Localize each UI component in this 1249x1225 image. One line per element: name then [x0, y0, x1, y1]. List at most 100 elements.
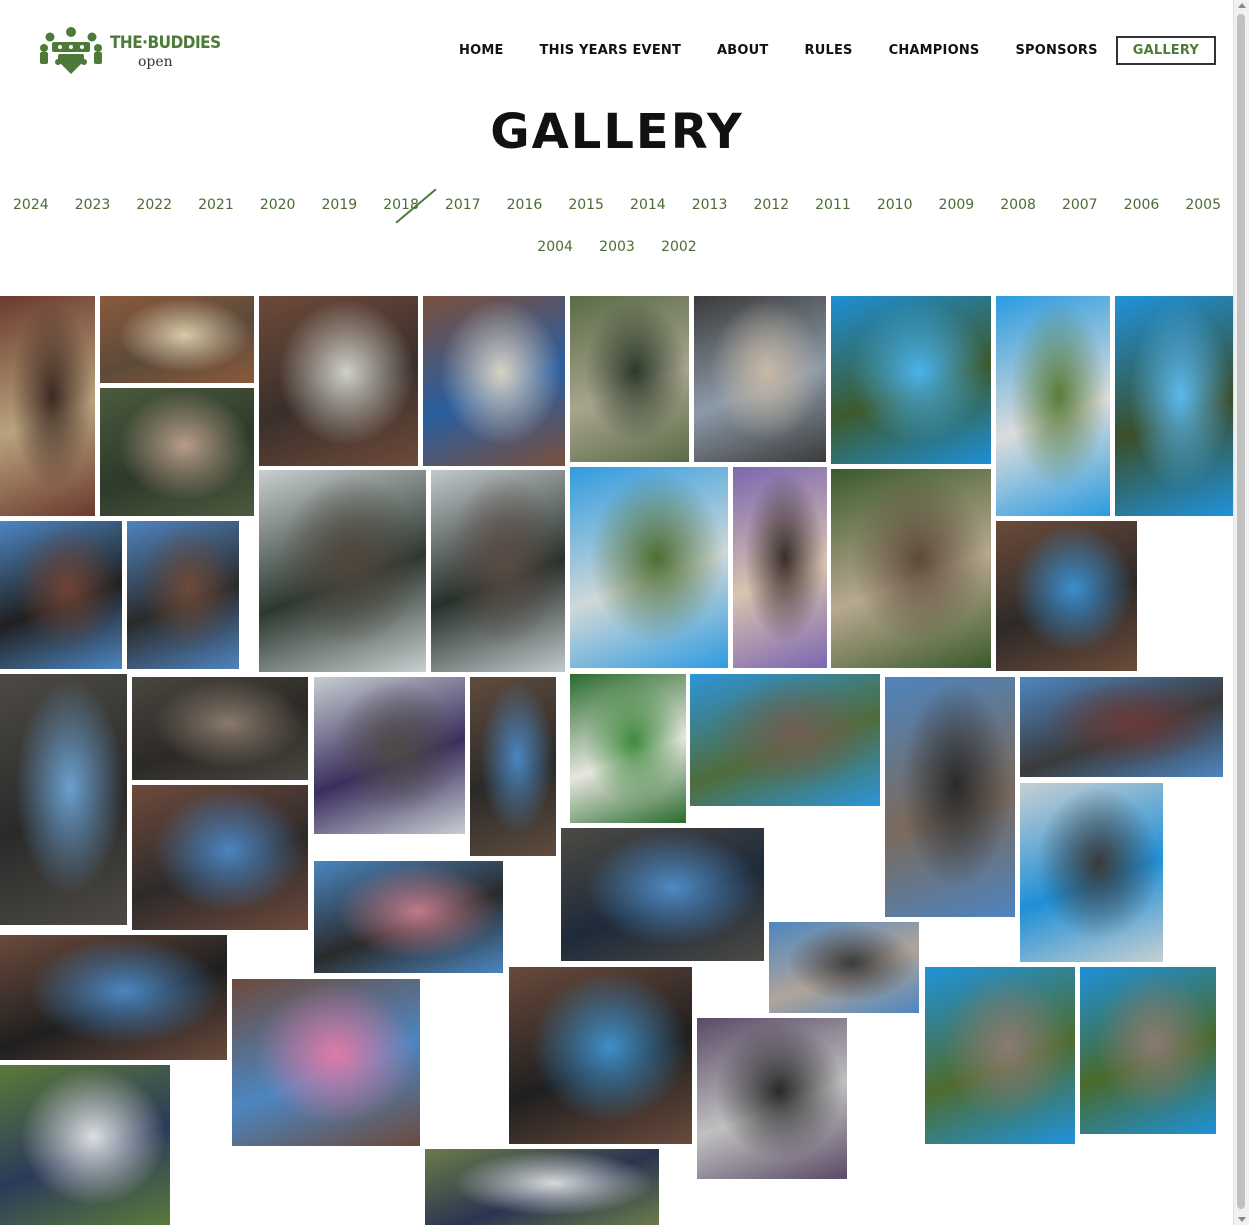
photo-buffet-crowd[interactable]: [100, 388, 254, 516]
photo-image: [694, 296, 826, 462]
nav-about[interactable]: ABOUT: [717, 37, 768, 64]
year-link-2005[interactable]: 2005: [1172, 197, 1234, 213]
photo-dj-table[interactable]: [697, 1018, 847, 1179]
photo-image: [1020, 677, 1223, 777]
photo-image: [769, 922, 919, 1013]
year-link-2003[interactable]: 2003: [586, 239, 648, 255]
year-link-2010[interactable]: 2010: [864, 197, 926, 213]
photo-image: [100, 296, 254, 383]
nav-champions[interactable]: CHAMPIONS: [889, 37, 980, 64]
photo-tent-party[interactable]: [259, 470, 426, 672]
photo-patio-tent[interactable]: [1020, 783, 1163, 962]
year-link-2007[interactable]: 2007: [1049, 197, 1111, 213]
year-link-2015[interactable]: 2015: [555, 197, 617, 213]
photo-image: [570, 467, 728, 668]
year-link-2004[interactable]: 2004: [524, 239, 586, 255]
year-link-2020[interactable]: 2020: [247, 197, 309, 213]
photo-image: [885, 677, 1015, 917]
year-link-2024[interactable]: 2024: [0, 197, 62, 213]
photo-tent-crowd[interactable]: [431, 470, 565, 672]
photo-image: [314, 861, 503, 973]
nav-gallery[interactable]: GALLERY: [1115, 36, 1216, 65]
photo-winners-patio[interactable]: [885, 677, 1015, 917]
photo-pool-chairs[interactable]: [1115, 296, 1234, 516]
photo-trophy-trio[interactable]: [561, 828, 764, 961]
photo-image: [996, 521, 1137, 671]
year-link-2014[interactable]: 2014: [617, 197, 679, 213]
photo-image: [0, 1065, 170, 1225]
year-link-2011[interactable]: 2011: [802, 197, 864, 213]
photo-pool-swimmers[interactable]: [831, 296, 991, 464]
photo-trophy-pair[interactable]: [470, 677, 556, 856]
photo-mic-award[interactable]: [769, 922, 919, 1013]
photo-patio-crowd[interactable]: [132, 677, 308, 780]
scroll-down-icon[interactable]: [1238, 1217, 1246, 1222]
photo-speech-mic[interactable]: [0, 674, 127, 925]
nav-rules[interactable]: RULES: [805, 37, 853, 64]
photo-image: [1080, 967, 1216, 1134]
scroll-up-icon[interactable]: [1238, 3, 1246, 8]
year-link-2006[interactable]: 2006: [1111, 197, 1173, 213]
year-link-2016[interactable]: 2016: [494, 197, 556, 213]
year-link-2013[interactable]: 2013: [679, 197, 741, 213]
year-filter-row-2: 2004 2003 2002: [0, 239, 1234, 255]
nav-this-years-event[interactable]: THIS YEARS EVENT: [540, 37, 682, 64]
photo-image: [0, 674, 127, 925]
site-logo[interactable]: THE·BUDDIES open: [36, 24, 221, 76]
photo-cake[interactable]: [570, 674, 686, 823]
photo-golf-group-2[interactable]: [425, 1149, 659, 1225]
photo-backyard-seating[interactable]: [831, 469, 991, 668]
year-link-2008[interactable]: 2008: [987, 197, 1049, 213]
photo-image: [127, 521, 239, 669]
year-link-2022[interactable]: 2022: [123, 197, 185, 213]
photo-award-certificate[interactable]: [0, 935, 227, 1060]
photo-tent-wide[interactable]: [314, 677, 465, 834]
photo-pool-crowd-2[interactable]: [1080, 967, 1216, 1134]
photo-selfie-hat[interactable]: [733, 467, 827, 668]
photo-golf-cart[interactable]: [570, 296, 689, 462]
photo-man-banner[interactable]: [423, 296, 565, 466]
year-link-2012[interactable]: 2012: [740, 197, 802, 213]
photo-speaker-patio[interactable]: [132, 785, 308, 930]
photo-pool-tent[interactable]: [996, 296, 1110, 516]
photo-selfie-cap[interactable]: [694, 296, 826, 462]
photo-image: [425, 1149, 659, 1225]
photo-pool-group[interactable]: [690, 674, 880, 806]
photo-image: [132, 677, 308, 780]
logo-subtitle: open: [138, 54, 173, 70]
year-link-2021[interactable]: 2021: [185, 197, 247, 213]
scrollbar-thumb[interactable]: [1237, 14, 1245, 1209]
photo-image: [0, 296, 95, 516]
photo-image: [1115, 296, 1234, 516]
photo-award-presentation[interactable]: [509, 967, 692, 1144]
photo-image: [570, 674, 686, 823]
photo-girls-group[interactable]: [232, 979, 420, 1146]
nav-sponsors[interactable]: SPONSORS: [1015, 37, 1097, 64]
photo-statue-award[interactable]: [1020, 677, 1223, 777]
photo-image: [733, 467, 827, 668]
photo-image: [132, 785, 308, 930]
photo-certificate-1[interactable]: [0, 521, 122, 669]
year-link-2019[interactable]: 2019: [308, 197, 370, 213]
buddies-logo-icon: [40, 27, 102, 74]
photo-certificate-2[interactable]: [127, 521, 239, 669]
year-link-2023[interactable]: 2023: [62, 197, 124, 213]
year-link-2002[interactable]: 2002: [648, 239, 710, 255]
photo-image: [100, 388, 254, 516]
nav-home[interactable]: HOME: [459, 37, 504, 64]
vertical-scrollbar[interactable]: [1233, 0, 1249, 1225]
photo-musician[interactable]: [996, 521, 1137, 671]
year-link-2017[interactable]: 2017: [432, 197, 494, 213]
photo-ladies-group[interactable]: [314, 861, 503, 973]
photo-image: [925, 967, 1075, 1144]
photo-image: [259, 470, 426, 672]
photo-pool-crowd-1[interactable]: [925, 967, 1075, 1144]
photo-prize-boxes[interactable]: [100, 296, 254, 383]
photo-image: [0, 935, 227, 1060]
photo-patio-boxes[interactable]: [0, 296, 95, 516]
year-link-2009[interactable]: 2009: [926, 197, 988, 213]
photo-pool-guests[interactable]: [570, 467, 728, 668]
photo-man-grey-jacket[interactable]: [259, 296, 418, 466]
year-link-2018[interactable]: 2018: [370, 197, 432, 213]
photo-golf-group[interactable]: [0, 1065, 170, 1225]
